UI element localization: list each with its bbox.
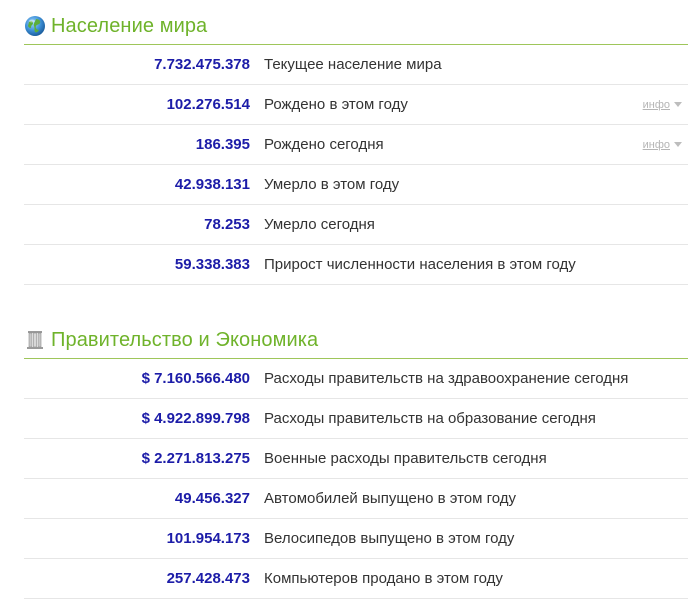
government-header: Правительство и Экономика <box>24 322 688 359</box>
stat-row-computers-sold: 257.428.473 Компьютеров продано в этом г… <box>24 559 688 599</box>
stat-label: Прирост численности населения в этом год… <box>264 256 576 273</box>
info-link[interactable]: инфо <box>643 139 670 151</box>
stat-label: Расходы правительств на образование сего… <box>264 410 596 427</box>
stat-value: 59.338.383 <box>174 256 250 273</box>
stat-value: 186.395 <box>195 136 250 153</box>
stat-value: 49.456.327 <box>174 490 250 507</box>
info-link[interactable]: инфо <box>643 99 670 111</box>
government-title: Правительство и Экономика <box>51 328 319 351</box>
stat-label: Автомобилей выпущено в этом году <box>264 490 517 507</box>
stat-row-cars-produced: 49.456.327 Автомобилей выпущено в этом г… <box>24 479 688 519</box>
population-section: Население мира 7.732.475.378 Текущее нас… <box>24 8 688 285</box>
stat-row-health-spending: $ 7.160.566.480 Расходы правительств на … <box>24 359 688 399</box>
stat-label: Военные расходы правительств сегодня <box>264 450 547 467</box>
stat-row-births-year: 102.276.514 Рождено в этом году инфо <box>24 85 688 125</box>
population-title: Население мира <box>51 14 208 37</box>
stat-label: Компьютеров продано в этом году <box>264 570 503 587</box>
globe-icon <box>25 16 45 36</box>
stat-row-bicycles-produced: 101.954.173 Велосипедов выпущено в этом … <box>24 519 688 559</box>
stat-row-births-today: 186.395 Рождено сегодня инфо <box>24 125 688 165</box>
stat-label: Велосипедов выпущено в этом году <box>264 530 515 547</box>
stat-label: Рождено в этом году <box>264 96 408 113</box>
government-section: Правительство и Экономика $ 7.160.566.48… <box>24 322 688 599</box>
stat-label: Рождено сегодня <box>264 136 384 153</box>
stat-value: 101.954.173 <box>166 530 250 547</box>
stat-row-deaths-year: 42.938.131 Умерло в этом году <box>24 165 688 205</box>
stat-value: $ 4.922.899.798 <box>141 410 250 427</box>
stat-row-military-spending: $ 2.271.813.275 Военные расходы правител… <box>24 439 688 479</box>
chevron-down-icon[interactable] <box>674 142 682 147</box>
columns-icon <box>27 331 43 349</box>
stat-value: $ 2.271.813.275 <box>141 450 250 467</box>
stat-label: Расходы правительств на здравоохранение … <box>264 370 629 387</box>
stat-row-deaths-today: 78.253 Умерло сегодня <box>24 205 688 245</box>
stat-row-current-population: 7.732.475.378 Текущее население мира <box>24 45 688 85</box>
stat-value: $ 7.160.566.480 <box>141 370 250 387</box>
chevron-down-icon[interactable] <box>674 102 682 107</box>
stat-row-population-growth: 59.338.383 Прирост численности населения… <box>24 245 688 285</box>
stat-label: Текущее население мира <box>264 56 442 73</box>
stat-label: Умерло сегодня <box>264 216 375 233</box>
stat-value: 257.428.473 <box>166 570 250 587</box>
stat-value: 42.938.131 <box>174 176 250 193</box>
population-header: Население мира <box>24 8 688 45</box>
stat-value: 102.276.514 <box>166 96 250 113</box>
stat-value: 78.253 <box>204 216 250 233</box>
stat-row-education-spending: $ 4.922.899.798 Расходы правительств на … <box>24 399 688 439</box>
stat-value: 7.732.475.378 <box>154 56 250 73</box>
stat-label: Умерло в этом году <box>264 176 400 193</box>
